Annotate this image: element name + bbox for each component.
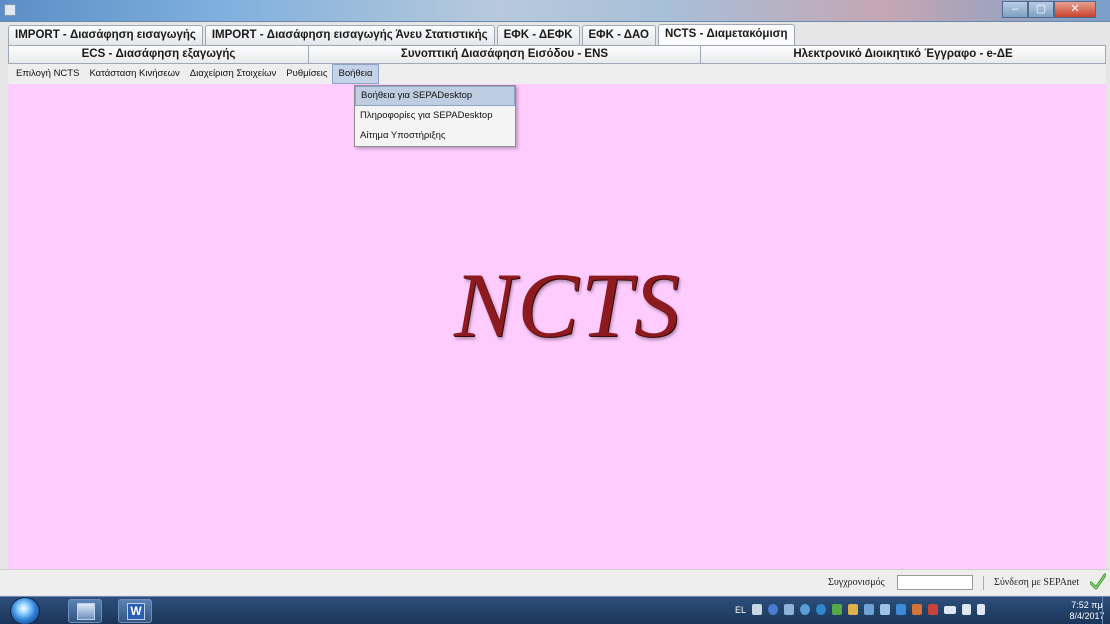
help-menu-dropdown: Βοήθεια για SEPADesktop Πληροφορίες για S…	[354, 85, 516, 147]
flag-icon[interactable]	[848, 604, 859, 615]
connection-icon[interactable]	[864, 604, 875, 615]
tab-row1-2[interactable]: ΕΦΚ - ΔΕΦΚ	[496, 25, 580, 45]
battery-icon[interactable]	[977, 604, 986, 615]
sepanet-connection-label: Σύνδεση με SEPAnet	[994, 577, 1080, 588]
window-controls: – ▢ ✕	[1002, 1, 1096, 18]
status-bar: Συγχρονισμός Σύνδεση με SEPAnet	[0, 569, 1110, 595]
tab-row2-1[interactable]: Συνοπτική Διασάφηση Εισόδου - ENS	[309, 46, 701, 63]
tab-row1-0[interactable]: IMPORT - Διασάφηση εισαγωγής	[8, 25, 203, 45]
sync-label: Συγχρονισμός	[828, 577, 885, 588]
tabs-row-primary: IMPORT - Διασάφηση εισαγωγής IMPORT - Δια…	[8, 24, 1106, 45]
tab-row2-0[interactable]: ECS - Διασάφηση εξαγωγής	[9, 46, 309, 63]
menu-item-3[interactable]: Ρυθμίσεις	[281, 65, 332, 83]
main-content-area: NCTS	[8, 84, 1106, 569]
show-desktop-button[interactable]	[1102, 597, 1110, 624]
menu-item-1[interactable]: Κατάσταση Κινήσεων	[84, 65, 184, 83]
help-icon[interactable]	[768, 604, 779, 615]
sync-progress-field	[897, 575, 973, 590]
minimize-button[interactable]: –	[1002, 1, 1028, 18]
menu-item-4[interactable]: Βοήθεια	[332, 64, 379, 84]
sync-tray-icon[interactable]	[896, 604, 907, 615]
help-menu-item-2[interactable]: Αίτημα Υποστήριξης	[355, 126, 515, 146]
shield-icon[interactable]	[832, 604, 843, 615]
antivirus-icon[interactable]	[928, 604, 939, 615]
menu-item-0[interactable]: Επιλογή NCTS	[11, 65, 84, 83]
word-app-icon: W	[127, 603, 145, 620]
help-menu-item-1[interactable]: Πληροφορίες για SEPADesktop	[355, 106, 515, 126]
green-check-icon	[1090, 573, 1106, 590]
app-tray-icon[interactable]	[912, 604, 923, 615]
tab-row1-1[interactable]: IMPORT - Διασάφηση εισαγωγής Άνευ Στατισ…	[204, 25, 495, 45]
keyboard-icon[interactable]	[752, 604, 763, 615]
word-taskbar-button[interactable]: W	[118, 599, 152, 623]
menu-bar: Επιλογή NCTS Κατάσταση Κινήσεων Διαχείριση…	[8, 64, 1106, 84]
close-button[interactable]: ✕	[1054, 1, 1096, 18]
windows-taskbar: W EL 7:52 πμ 8/4/2017	[0, 596, 1110, 624]
status-separator	[983, 576, 984, 590]
maximize-button[interactable]: ▢	[1028, 1, 1054, 18]
network-icon[interactable]	[784, 604, 795, 615]
window-title-bar[interactable]: – ▢ ✕	[0, 0, 1110, 22]
system-tray: EL	[735, 604, 986, 615]
volume-icon[interactable]	[962, 604, 972, 615]
language-indicator[interactable]: EL	[735, 605, 746, 615]
ncts-logo: NCTS	[454, 254, 682, 356]
tab-row1-4[interactable]: NCTS - Διαμετακόμιση	[657, 24, 795, 45]
menu-item-2[interactable]: Διαχείριση Στοιχείων	[185, 65, 282, 83]
tab-row1-3[interactable]: ΕΦΚ - ΔΑΟ	[581, 25, 656, 45]
tab-row2-2[interactable]: Ηλεκτρονικό Διοικητικό Έγγραφο - e-ΔΕ	[701, 46, 1105, 63]
usb-icon[interactable]	[880, 604, 891, 615]
java-app-icon	[4, 4, 16, 16]
security-icon[interactable]	[800, 604, 811, 615]
update-icon[interactable]	[816, 604, 827, 615]
tabs-row-secondary: ECS - Διασάφηση εξαγωγής Συνοπτική Διασάφ…	[8, 45, 1106, 64]
sepa-app-icon	[77, 603, 95, 620]
signal-icon[interactable]	[944, 605, 957, 614]
start-button[interactable]	[10, 597, 40, 624]
sepa-desktop-taskbar-button[interactable]	[68, 599, 102, 623]
help-menu-item-0[interactable]: Βοήθεια για SEPADesktop	[355, 86, 515, 106]
